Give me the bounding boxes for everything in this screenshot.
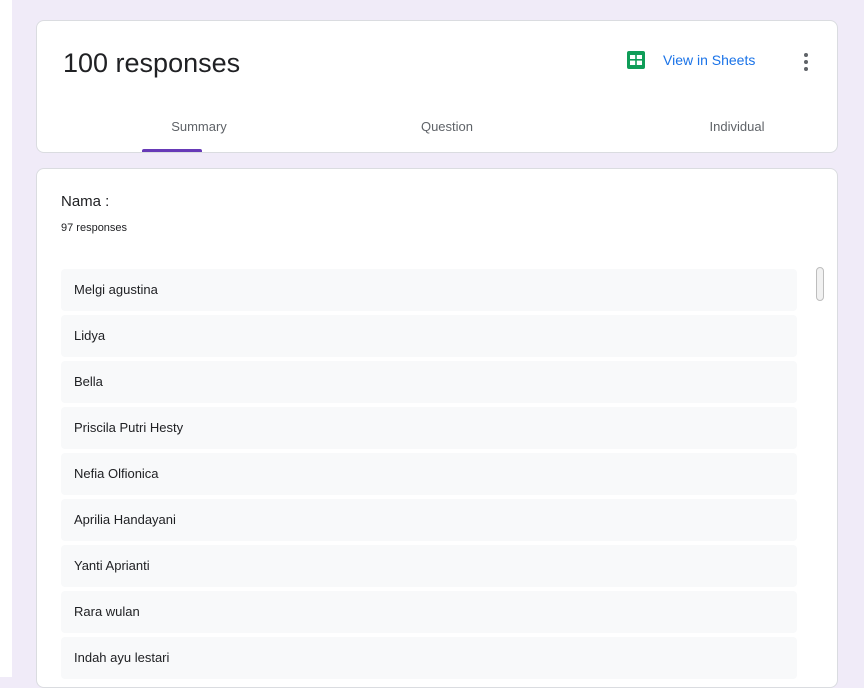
list-item: Aprilia Handayani [61, 499, 797, 541]
page-left-margin [0, 0, 12, 677]
list-item: Bella [61, 361, 797, 403]
list-item: Melgi agustina [61, 269, 797, 311]
list-scrollbar[interactable] [816, 267, 824, 301]
view-in-sheets-label: View in Sheets [663, 52, 756, 68]
view-in-sheets-button[interactable]: View in Sheets [627, 51, 755, 69]
active-tab-indicator [142, 149, 202, 152]
list-item: Rara wulan [61, 591, 797, 633]
tab-individual[interactable]: Individual [677, 119, 797, 153]
question-title: Nama : [61, 193, 110, 210]
list-item: Priscila Putri Hesty [61, 407, 797, 449]
tab-question[interactable]: Question [387, 119, 507, 153]
list-item: Yanti Aprianti [61, 545, 797, 587]
google-sheets-icon [627, 51, 645, 69]
list-item: Nefia Olfionica [61, 453, 797, 495]
response-count: 97 responses [61, 222, 128, 234]
answer-list: Melgi agustina Lidya Bella Priscila Putr… [61, 269, 797, 683]
responses-header-card: 100 responses View in Sheets Summary Que… [36, 20, 838, 153]
list-item: Lidya [61, 315, 797, 357]
question-summary-card: Nama : 97 responses Melgi agustina Lidya… [36, 168, 838, 688]
more-vert-icon[interactable] [799, 51, 813, 73]
page-title: 100 responses [63, 48, 241, 78]
tab-summary[interactable]: Summary [129, 119, 269, 153]
list-item: Indah ayu lestari [61, 637, 797, 679]
